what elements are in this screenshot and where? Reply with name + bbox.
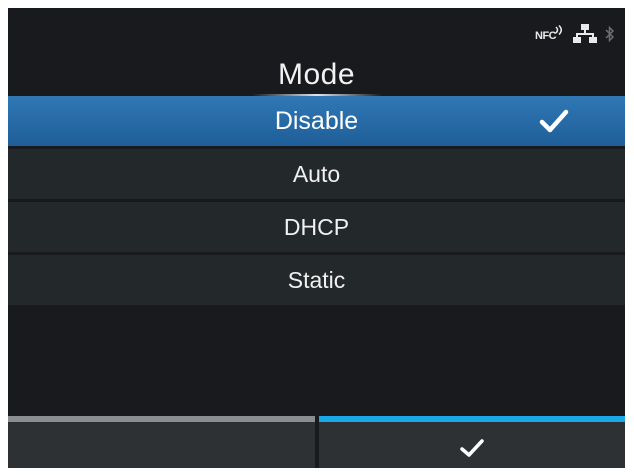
option-label: Auto — [292, 160, 341, 187]
softkey-left-indicator — [8, 416, 315, 422]
option-static[interactable]: Static — [8, 255, 625, 305]
option-auto[interactable]: Auto — [8, 149, 625, 199]
check-icon — [460, 438, 484, 463]
softkey-left[interactable] — [8, 416, 315, 468]
printer-screen: NFC Mode Disable Auto DHCP Static — [8, 8, 625, 468]
option-label: Disable — [274, 106, 359, 135]
option-disable[interactable]: Disable — [8, 96, 625, 146]
softkey-bar — [8, 416, 625, 468]
nfc-label: NFC — [535, 30, 557, 42]
mode-options-list: Disable Auto DHCP Static — [8, 96, 625, 308]
confirm-button[interactable] — [318, 416, 625, 468]
bluetooth-icon — [605, 25, 615, 43]
nfc-icon: NFC — [535, 24, 565, 44]
check-icon — [539, 108, 569, 141]
option-label: DHCP — [283, 213, 350, 240]
lan-icon — [573, 24, 597, 44]
option-label: Static — [287, 266, 346, 293]
option-dhcp[interactable]: DHCP — [8, 202, 625, 252]
page-title: Mode — [277, 58, 356, 91]
softkey-right-indicator — [318, 416, 625, 422]
status-bar: NFC — [535, 22, 615, 46]
